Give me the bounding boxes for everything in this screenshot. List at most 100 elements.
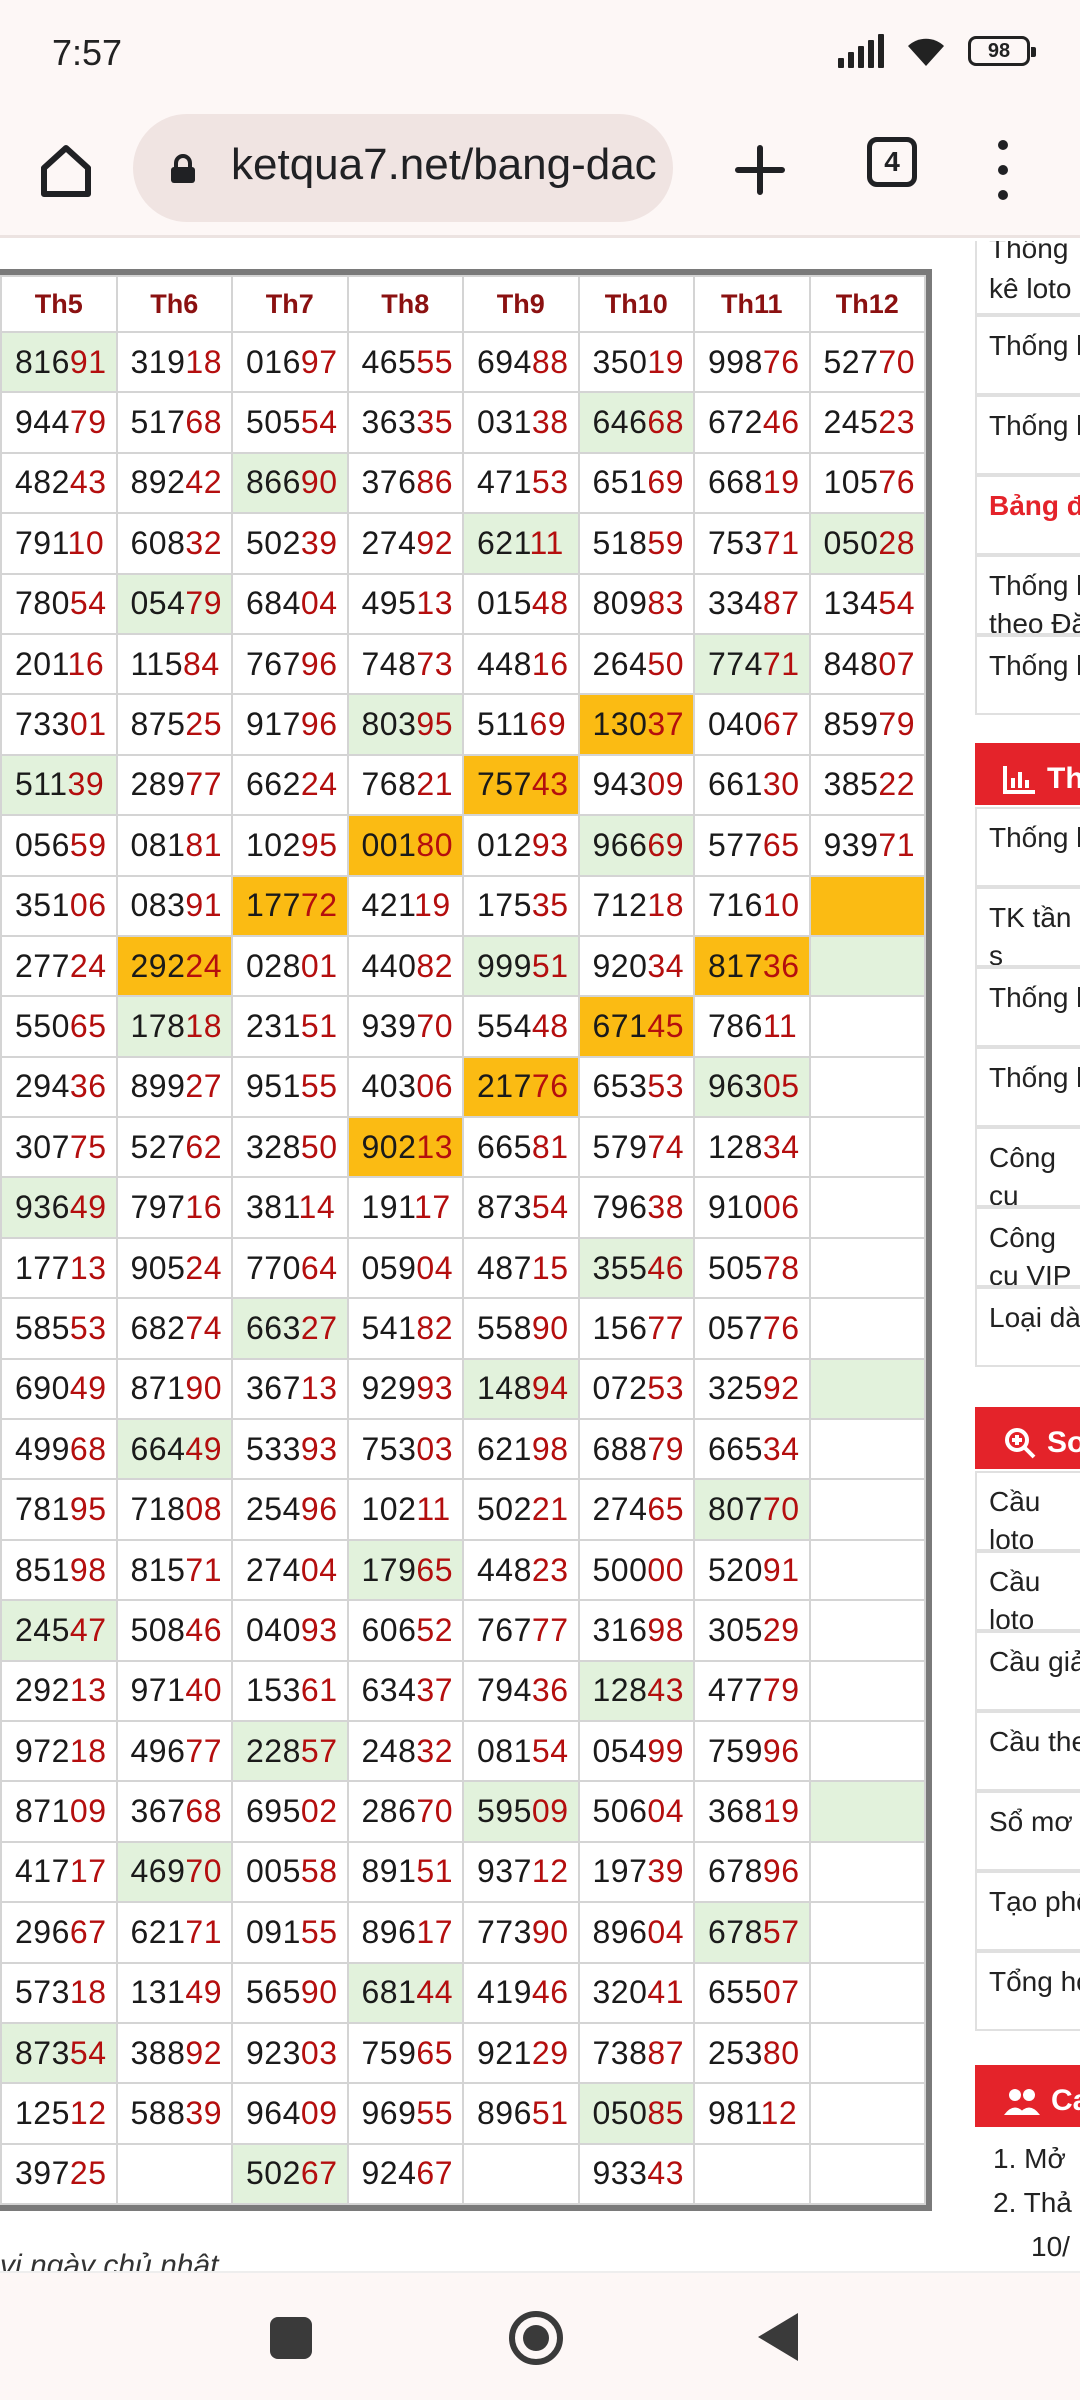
result-cell: 98112	[693, 2082, 811, 2145]
tail-digits: 49	[185, 1974, 222, 2011]
result-cell: 01293	[462, 814, 580, 877]
tail-digits: 46	[185, 1611, 222, 1648]
tail-digits: 87	[647, 2034, 684, 2071]
result-cell: 13149	[115, 1961, 233, 2024]
url-bar[interactable]: ketqua7.net/bang-dac	[133, 114, 673, 222]
more-vert-icon[interactable]	[988, 134, 1018, 206]
sidebar-item[interactable]: Thống k theo Đặ	[975, 555, 1080, 635]
result-cell: 73887	[577, 2021, 695, 2085]
table-row: 12512 58839 96409 96955 89651 05085 98112	[0, 2082, 926, 2145]
tail-digits: 59	[647, 524, 684, 561]
tail-digits: 24	[300, 766, 338, 803]
sidebar-item[interactable]: Cầu loto	[975, 1551, 1080, 1631]
tail-digits: 11	[529, 524, 564, 561]
sidebar-item[interactable]: Loại dà	[975, 1287, 1080, 1367]
tail-digits: 37	[647, 706, 684, 743]
result-cell: 86690	[231, 451, 349, 515]
column-header: Th10	[577, 275, 695, 333]
result-cell: 35546	[577, 1236, 695, 1300]
tail-digits: 71	[762, 524, 800, 561]
tail-digits: 14	[298, 1189, 336, 1226]
result-cell: 92303	[231, 2021, 349, 2085]
result-cell: 21776	[462, 1055, 580, 1119]
result-cell: 01697	[231, 330, 349, 394]
results-table-container: Th5 Th6 Th7 Th8 Th9 Th10 Th11 Th12 81691 31918 01…	[0, 269, 932, 2212]
column-header: Th5	[0, 275, 118, 333]
tab-switcher-button[interactable]: 4	[867, 137, 917, 187]
sidebar-item[interactable]: Cầu the	[975, 1711, 1080, 1791]
sidebar-item[interactable]: Thống k	[975, 395, 1080, 475]
tail-digits: 79	[762, 1672, 800, 1709]
result-cell: 78195	[0, 1478, 118, 1541]
column-header: Th12	[808, 275, 926, 333]
result-cell: 74873	[346, 632, 464, 696]
tail-digits: 13	[300, 1370, 338, 1407]
result-cell: 08154	[462, 1719, 580, 1783]
tail-digits: 21	[416, 766, 453, 803]
new-tab-button[interactable]	[725, 130, 795, 210]
tail-digits: 76	[762, 343, 800, 380]
result-cell: 75371	[693, 512, 811, 575]
tail-digits: 54	[531, 1732, 569, 1769]
sidebar-item[interactable]: TK tần s	[975, 887, 1080, 967]
result-cell: 48243	[0, 451, 118, 515]
result-cell: 36819	[693, 1780, 811, 1843]
result-cell: 62198	[462, 1418, 580, 1481]
tail-digits: 38	[647, 1189, 684, 1226]
result-cell: 08181	[115, 814, 233, 877]
result-cell	[808, 1116, 926, 1179]
tail-digits: 91	[69, 343, 107, 380]
result-cell: 41717	[0, 1840, 118, 1904]
sidebar-item[interactable]: Công cụ	[975, 1127, 1080, 1207]
tail-digits: 51	[300, 1007, 338, 1044]
tail-digits: 55	[416, 343, 453, 380]
table-row: 51139 28977 66224 76821 75743 94309 66130 38522	[0, 753, 926, 817]
result-cell: 92129	[462, 2021, 580, 2085]
sidebar-item[interactable]: Thống k	[975, 967, 1080, 1047]
sidebar-item[interactable]: Cầu giả	[975, 1631, 1080, 1711]
home-button[interactable]	[30, 130, 102, 210]
sidebar-item[interactable]: Thống k	[975, 635, 1080, 715]
tail-digits: 34	[762, 1128, 800, 1165]
result-cell: 49968	[0, 1418, 118, 1481]
result-cell: 52762	[115, 1116, 233, 1179]
result-cell: 76796	[231, 632, 349, 696]
result-cell: 44082	[346, 934, 464, 998]
tail-digits: 29	[531, 2034, 569, 2071]
result-cell: 38892	[115, 2021, 233, 2085]
tail-digits: 54	[300, 404, 338, 441]
tail-digits: 18	[185, 343, 222, 380]
tail-digits: 16	[531, 645, 569, 682]
result-cell: 80395	[346, 693, 464, 756]
tail-digits: 98	[531, 1430, 569, 1467]
tail-digits: 46	[531, 1974, 569, 2011]
tail-digits: 93	[416, 1370, 453, 1407]
sidebar-item[interactable]: Thống k	[975, 315, 1080, 395]
table-row: 78054 05479 68404 49513 01548 80983 33487 13454	[0, 572, 926, 635]
tail-digits: 96	[762, 1853, 800, 1890]
sidebar-item[interactable]: Công cụ VIP	[975, 1207, 1080, 1287]
sidebar-notes-list: 1. Mở 2. Thả 10/	[975, 2137, 1080, 2269]
sidebar-item[interactable]: Thống k	[975, 1047, 1080, 1127]
sidebar-item[interactable]: Thống k	[975, 807, 1080, 887]
sidebar-item[interactable]: Cầu loto	[975, 1471, 1080, 1551]
sidebar-item[interactable]: Tạo phô	[975, 1871, 1080, 1951]
tail-digits: 37	[416, 1672, 453, 1709]
home-nav-icon[interactable]	[509, 2311, 563, 2365]
tail-digits: 19	[647, 343, 684, 380]
home-icon	[41, 145, 91, 197]
table-row: 24547 50846 04093 60652 76777 31698 30529	[0, 1599, 926, 1662]
tail-digits: 35	[531, 887, 569, 924]
tail-digits: 09	[69, 1793, 107, 1830]
sidebar-item[interactable]: Sổ mơ	[975, 1791, 1080, 1871]
sidebar-item[interactable]: Tổng họ	[975, 1951, 1080, 2031]
sidebar-item-top[interactable]: Thống kê loto	[975, 241, 1080, 315]
result-cell: 36713	[231, 1357, 349, 1421]
recents-icon[interactable]	[270, 2317, 312, 2359]
sidebar-item[interactable]: Bảng đ	[975, 475, 1080, 555]
tail-digits: 76	[762, 1309, 800, 1346]
column-header: Th11	[693, 275, 811, 333]
back-icon[interactable]	[758, 2313, 798, 2361]
result-cell	[808, 1840, 926, 1904]
tail-digits: 70	[416, 1793, 453, 1830]
